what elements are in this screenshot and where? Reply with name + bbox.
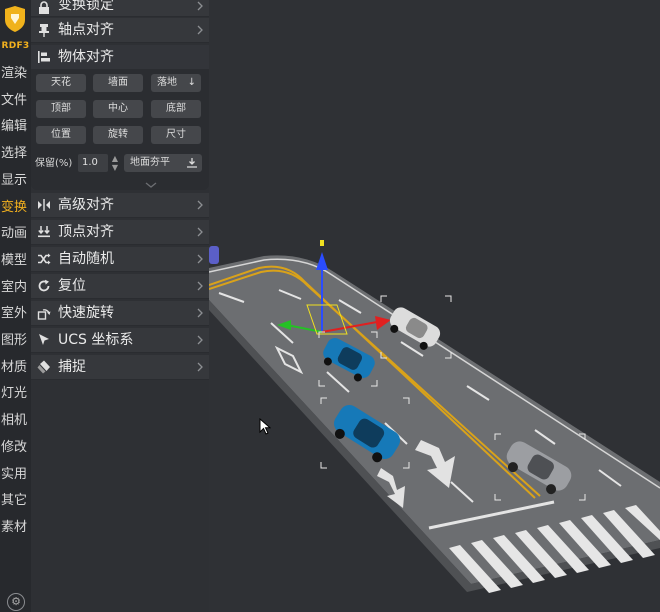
category-item[interactable]: 相机 <box>0 407 31 434</box>
button-label: 地面夯平 <box>130 157 170 168</box>
chevron-right-icon <box>197 200 203 210</box>
section-title: 高级对齐 <box>58 197 114 213</box>
keep-percent-input[interactable]: 1.0 <box>78 154 108 172</box>
align-bottom-button[interactable]: 底部 <box>151 100 201 118</box>
road-surface <box>209 255 660 585</box>
align-size-button[interactable]: 尺寸 <box>151 126 201 144</box>
chevron-right-icon <box>197 335 203 345</box>
section-title: 自动随机 <box>58 251 114 267</box>
category-item[interactable]: 实用 <box>0 461 31 488</box>
spinner-icon[interactable]: ▲ ▼ <box>109 154 121 172</box>
section-auto-random[interactable]: 自动随机 <box>31 247 209 272</box>
app-version-label: RDF3 <box>1 41 30 51</box>
category-item[interactable]: 模型 <box>0 247 31 274</box>
3d-viewport[interactable] <box>209 0 660 612</box>
category-item[interactable]: 室内 <box>0 274 31 301</box>
chevron-right-icon <box>197 362 203 372</box>
section-title: 捕捉 <box>58 359 86 375</box>
section-snap[interactable]: 捕捉 <box>31 355 209 380</box>
lock-icon <box>39 1 49 14</box>
keep-percent-label: 保留(%) <box>35 158 73 169</box>
section-reset[interactable]: 复位 <box>31 274 209 299</box>
chevron-right-icon <box>197 254 203 264</box>
section-title: 顶点对齐 <box>58 224 114 240</box>
category-item[interactable]: 编辑 <box>0 113 31 140</box>
category-item[interactable]: 显示 <box>0 167 31 194</box>
category-item[interactable]: 文件 <box>0 87 31 114</box>
section-transform-lock[interactable]: 变换锁定 <box>31 0 209 17</box>
app-logo-icon <box>5 6 25 32</box>
category-item[interactable]: 变换 <box>0 194 31 221</box>
align-position-button[interactable]: 位置 <box>36 126 86 144</box>
category-item[interactable]: 室外 <box>0 300 31 327</box>
section-object-align[interactable]: 物体对齐 <box>31 45 209 70</box>
section-quick-rotate[interactable]: 快速旋转 <box>31 301 209 326</box>
category-item[interactable]: 选择 <box>0 140 31 167</box>
category-item[interactable]: 动画 <box>0 220 31 247</box>
category-item[interactable]: 图形 <box>0 327 31 354</box>
align-wall-button[interactable]: 墙面 <box>93 74 143 92</box>
car-far-left <box>209 246 219 264</box>
align-center-button[interactable]: 中心 <box>93 100 143 118</box>
chevron-right-icon <box>197 227 203 237</box>
vertex-align-icon <box>38 226 50 238</box>
mouse-cursor-icon <box>259 418 271 435</box>
cursor-axis-icon <box>39 334 49 345</box>
chevron-right-icon <box>197 1 203 11</box>
transform-panel: 变换锁定 轴点对齐 物体对齐 天花 墙面 落地 ↓ 顶部 中心 底部 位置 旋转… <box>31 0 209 612</box>
ground-flatten-button[interactable]: 地面夯平 <box>124 154 202 172</box>
chevron-right-icon <box>197 281 203 291</box>
scene-render <box>209 240 660 593</box>
gear-icon[interactable]: ⚙ <box>7 593 25 611</box>
mirror-align-icon <box>38 199 50 211</box>
section-title: 物体对齐 <box>58 49 114 65</box>
chevron-down-icon[interactable] <box>145 181 157 189</box>
category-item[interactable]: 材质 <box>0 354 31 381</box>
shuffle-icon <box>38 253 51 265</box>
magnet-icon <box>37 360 50 374</box>
align-icon <box>38 51 50 63</box>
category-rail: RDF3 渲染 文件 编辑 选择 显示 变换 动画 模型 室内 室外 图形 材质 灯光 相机 修改 实用 其它素… <box>0 0 31 612</box>
chevron-right-icon <box>197 25 203 35</box>
align-ceiling-button[interactable]: 天花 <box>36 74 86 92</box>
align-floor-button[interactable]: 落地 ↓ <box>151 74 201 92</box>
rotate-icon <box>37 309 51 320</box>
align-rotation-button[interactable]: 旋转 <box>93 126 143 144</box>
section-title: UCS 坐标系 <box>58 332 134 348</box>
arrow-down-icon: ↓ <box>187 77 196 88</box>
category-item[interactable]: 修改 <box>0 434 31 461</box>
section-title: 轴点对齐 <box>58 22 114 38</box>
category-item[interactable]: 渲染 <box>0 60 31 87</box>
section-title: 快速旋转 <box>58 305 114 321</box>
ground-align-icon <box>187 158 197 168</box>
button-label: 落地 <box>157 77 177 88</box>
category-item[interactable]: 素材 <box>0 514 31 541</box>
section-ucs[interactable]: UCS 坐标系 <box>31 328 209 353</box>
category-item[interactable]: 灯光 <box>0 380 31 407</box>
section-title: 变换锁定 <box>58 0 114 13</box>
chevron-right-icon <box>197 308 203 318</box>
section-advanced-align[interactable]: 高级对齐 <box>31 193 209 218</box>
align-top-button[interactable]: 顶部 <box>36 100 86 118</box>
section-vertex-align[interactable]: 顶点对齐 <box>31 220 209 245</box>
category-item[interactable]: 其它 <box>0 487 31 514</box>
section-title: 复位 <box>58 278 86 294</box>
section-pivot-align[interactable]: 轴点对齐 <box>31 18 209 43</box>
pin-icon <box>39 24 49 37</box>
reset-icon <box>38 279 50 292</box>
